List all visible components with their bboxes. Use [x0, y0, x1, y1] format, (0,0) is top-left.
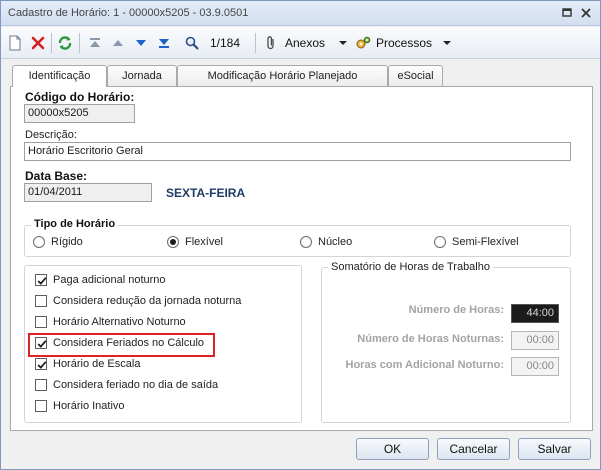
descricao-field[interactable]: Horário Escritorio Geral [24, 142, 571, 161]
radio-semi-flexivel[interactable] [434, 236, 446, 248]
radio-semi-flexivel-label: Semi-Flexível [452, 236, 519, 248]
radio-rigido-label: Rígido [51, 236, 83, 248]
tab-identificacao[interactable]: Identificação [12, 65, 107, 87]
record-position: 1/184 [210, 36, 241, 50]
radio-nucleo[interactable] [300, 236, 312, 248]
checkbox-horario-inativo[interactable] [35, 400, 47, 412]
tipo-horario-title: Tipo de Horário [31, 218, 119, 230]
database-label: Data Base: [25, 169, 88, 183]
chevron-down-icon[interactable] [335, 35, 351, 51]
checkbox-label: Paga adicional noturno [53, 274, 166, 286]
checkbox-label: Horário Alternativo Noturno [53, 316, 186, 328]
window-title: Cadastro de Horário: 1 - 00000x5205 - 03… [8, 7, 249, 19]
ok-button[interactable]: OK [356, 438, 429, 460]
first-record-icon[interactable] [87, 35, 103, 51]
radio-flexivel[interactable] [167, 236, 179, 248]
horas-noturnas-field[interactable]: 00:00 [511, 331, 559, 350]
anexos-menu-button[interactable]: Anexos [285, 36, 325, 50]
checkbox-considera-reducao-jornada[interactable] [35, 295, 47, 307]
radio-nucleo-label: Núcleo [318, 236, 353, 248]
numero-horas-field[interactable]: 44:00 [511, 304, 559, 323]
refresh-icon[interactable] [57, 35, 73, 51]
toolbar: 1/184 Anexos Processos [1, 27, 600, 59]
title-bar[interactable]: Cadastro de Horário: 1 - 00000x5205 - 03… [1, 1, 600, 26]
previous-record-icon[interactable] [110, 35, 126, 51]
toolbar-separator [51, 33, 52, 53]
restore-icon[interactable] [560, 6, 574, 20]
toolbar-separator [255, 33, 256, 53]
checkbox-label: Considera feriado no dia de saída [53, 379, 219, 391]
checkbox-considera-feriado-saida[interactable] [35, 379, 47, 391]
close-icon[interactable] [579, 6, 593, 20]
database-field[interactable]: 01/04/2011 [24, 183, 152, 202]
adicional-noturno-field[interactable]: 00:00 [511, 357, 559, 376]
checkbox-horario-escala[interactable] [35, 358, 47, 370]
highlight-annotation [28, 333, 215, 357]
codigo-label: Código do Horário: [25, 90, 135, 104]
checkbox-label: Horário Inativo [53, 400, 125, 412]
tab-modificacao-horario-planejado[interactable]: Modificação Horário Planejado [177, 65, 388, 86]
chevron-down-icon[interactable] [439, 35, 455, 51]
last-record-icon[interactable] [156, 35, 172, 51]
next-record-icon[interactable] [133, 35, 149, 51]
checkbox-label: Considera redução da jornada noturna [53, 295, 242, 307]
tab-jornada[interactable]: Jornada [107, 65, 177, 86]
descricao-label: Descrição: [25, 129, 77, 141]
radio-flexivel-label: Flexível [185, 236, 223, 248]
radio-rigido[interactable] [33, 236, 45, 248]
save-button[interactable]: Salvar [518, 438, 591, 460]
weekday-label: SEXTA-FEIRA [166, 186, 246, 200]
cancel-button[interactable]: Cancelar [437, 438, 510, 460]
somatorio-title: Somatório de Horas de Trabalho [328, 261, 493, 273]
checkbox-label: Horário de Escala [53, 358, 141, 370]
codigo-field[interactable]: 00000x5205 [24, 104, 135, 123]
checkbox-paga-adicional-noturno[interactable] [35, 274, 47, 286]
toolbar-separator [79, 33, 80, 53]
numero-horas-label: Número de Horas: [408, 304, 504, 316]
adicional-noturno-label: Horas com Adicional Noturno: [345, 359, 505, 371]
tab-esocial[interactable]: eSocial [388, 65, 443, 86]
horas-noturnas-label: Número de Horas Noturnas: [357, 333, 504, 345]
checkbox-horario-alternativo-noturno[interactable] [35, 316, 47, 328]
processos-menu-button[interactable]: Processos [376, 36, 432, 50]
new-document-icon[interactable] [7, 35, 23, 51]
paperclip-icon[interactable] [263, 35, 279, 51]
delete-icon[interactable] [30, 35, 46, 51]
search-records-icon[interactable] [184, 35, 200, 51]
processes-gears-icon[interactable] [355, 35, 371, 51]
cadastro-horario-window: Cadastro de Horário: 1 - 00000x5205 - 03… [0, 0, 601, 470]
